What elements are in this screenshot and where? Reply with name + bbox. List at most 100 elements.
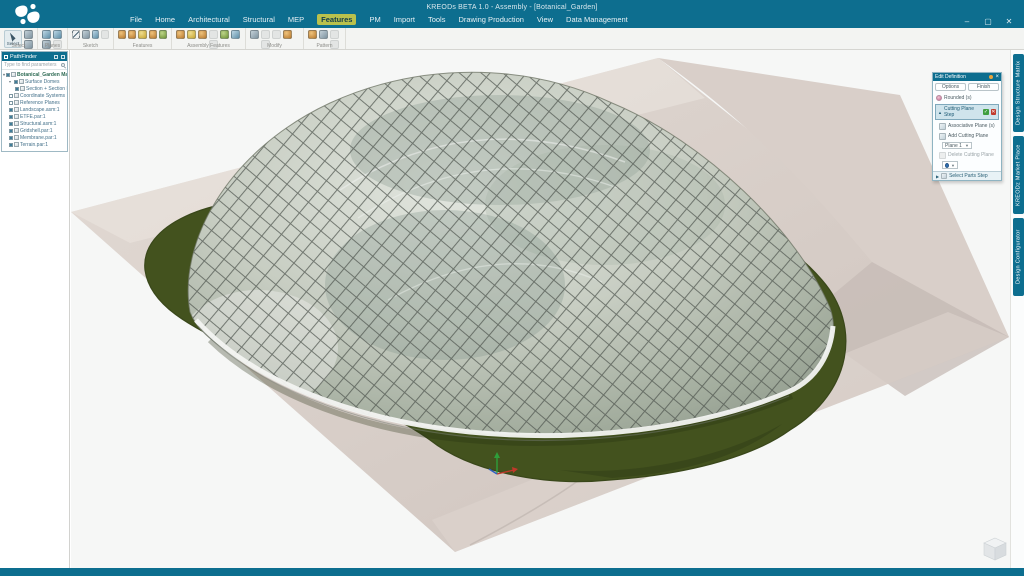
sketch-button[interactable] xyxy=(82,30,90,39)
sketch-more-button[interactable] xyxy=(101,30,109,39)
tree-item[interactable]: Membrane.par:1 xyxy=(3,134,67,141)
plane-color-dropdown[interactable]: ▼ xyxy=(942,161,958,169)
ribbon-group-features: Features xyxy=(114,28,172,49)
replace-part-button[interactable] xyxy=(272,30,281,39)
tab-design-structure-matrix[interactable]: Design Structure Matrix xyxy=(1013,54,1024,132)
visibility-checkbox[interactable] xyxy=(9,122,13,126)
visibility-checkbox[interactable] xyxy=(9,136,13,140)
rotate-button[interactable] xyxy=(261,30,270,39)
ribbon-toolbar: Select Select Planes Sketch xyxy=(0,28,1024,50)
view-cube-icon[interactable] xyxy=(984,538,1006,560)
ribbon-group-select: Select Select xyxy=(0,28,38,49)
hole-button[interactable] xyxy=(149,30,157,39)
options-button[interactable]: Options xyxy=(935,83,966,91)
tree-item[interactable]: Landscape.asm:1 xyxy=(3,106,67,113)
slot-button[interactable] xyxy=(159,30,167,39)
tab-pm[interactable]: PM xyxy=(369,15,380,24)
part-icon xyxy=(14,135,19,140)
tab-file[interactable]: File xyxy=(130,15,142,24)
3d-viewport[interactable] xyxy=(71,50,1010,568)
visibility-checkbox[interactable] xyxy=(9,101,13,105)
cancel-button[interactable]: ✕ xyxy=(991,109,996,115)
select-parts-step-row[interactable]: ▶ Select Parts Step xyxy=(933,171,1001,180)
round-button[interactable] xyxy=(138,30,146,39)
tab-features[interactable]: Features xyxy=(317,14,356,25)
tree-item[interactable]: Gridshell.par:1 xyxy=(3,127,67,134)
help-icon[interactable] xyxy=(989,75,993,79)
visibility-checkbox[interactable] xyxy=(9,115,13,119)
expand-icon[interactable]: ▶ xyxy=(936,174,939,179)
section-icon xyxy=(20,86,25,91)
live-section-button[interactable] xyxy=(53,30,62,39)
associative-plane-row[interactable]: Associative Plane (s) xyxy=(933,121,1001,131)
plane-dropdown[interactable]: Plane 1 ▼ xyxy=(942,142,972,149)
tree-item[interactable]: ▾ Botanical_Garden Master Assembly.asm xyxy=(3,71,67,78)
visibility-checkbox[interactable] xyxy=(15,87,19,91)
tab-tools[interactable]: Tools xyxy=(428,15,446,24)
adjust-button[interactable] xyxy=(283,30,292,39)
pin-icon[interactable] xyxy=(54,55,58,59)
intersect-button[interactable] xyxy=(231,30,240,39)
mirror-button[interactable] xyxy=(319,30,328,39)
visibility-checkbox[interactable] xyxy=(9,94,13,98)
finish-button[interactable]: Finish xyxy=(968,83,999,91)
extrude-button[interactable] xyxy=(118,30,126,39)
circular-pattern-button[interactable] xyxy=(330,30,339,39)
visibility-checkbox[interactable] xyxy=(9,129,13,133)
move-button[interactable] xyxy=(250,30,259,39)
cutting-plane-step-row[interactable]: ▲ Cutting Plane Step ✓ ✕ xyxy=(935,104,999,120)
panel-close-icon[interactable]: × xyxy=(995,74,999,80)
ribbon-group-assembly-features: Assembly Features xyxy=(172,28,246,49)
tab-drawing-production[interactable]: Drawing Production xyxy=(458,15,523,24)
tree-item[interactable]: ETFE.par:1 xyxy=(3,113,67,120)
tree-item[interactable]: Structural.asm:1 xyxy=(3,120,67,127)
maximize-button[interactable]: ▢ xyxy=(983,17,993,26)
tree-item[interactable]: Section + Section Link xyxy=(3,85,67,92)
visibility-checkbox[interactable] xyxy=(9,108,13,112)
accept-button[interactable]: ✓ xyxy=(983,109,988,115)
assembly-cut-button[interactable] xyxy=(176,30,185,39)
twisty-icon[interactable]: ▾ xyxy=(3,72,5,77)
minimize-button[interactable]: – xyxy=(962,17,972,26)
tab-structural[interactable]: Structural xyxy=(243,15,275,24)
window-controls: – ▢ ✕ xyxy=(962,17,1014,26)
pathfinder-panel: PathFinder Type to find parameters ▾ Bot… xyxy=(1,51,68,152)
tab-mep[interactable]: MEP xyxy=(288,15,304,24)
add-cutting-plane-row[interactable]: Add Cutting Plane xyxy=(933,131,1001,141)
tab-home[interactable]: Home xyxy=(155,15,175,24)
subtract-button[interactable] xyxy=(220,30,229,39)
visibility-checkbox[interactable] xyxy=(6,73,10,77)
coordinate-system-button[interactable] xyxy=(42,30,51,39)
cut-button[interactable] xyxy=(128,30,136,39)
tree-item[interactable]: Coordinate Systems xyxy=(3,92,67,99)
tab-view[interactable]: View xyxy=(537,15,553,24)
tab-import[interactable]: Import xyxy=(394,15,415,24)
project-edge-button[interactable] xyxy=(92,30,100,39)
delete-cutting-plane-row[interactable]: Delete Cutting Plane xyxy=(933,150,1001,160)
thread-button[interactable] xyxy=(187,30,196,39)
close-button[interactable]: ✕ xyxy=(1004,17,1014,26)
tab-data-management[interactable]: Data Management xyxy=(566,15,628,24)
rectangular-pattern-button[interactable] xyxy=(308,30,317,39)
visibility-checkbox[interactable] xyxy=(9,143,13,147)
tree-item[interactable]: Reference Planes xyxy=(3,99,67,106)
pathfinder-search[interactable]: Type to find parameters xyxy=(2,61,67,70)
visibility-checkbox[interactable] xyxy=(14,80,18,84)
tree-item[interactable]: ▾ Surface Domes xyxy=(3,78,67,85)
add-cutting-plane-icon xyxy=(939,133,946,140)
part-icon xyxy=(14,121,19,126)
window-title: KREODs BETA 1.0 - Assembly - [Botanical_… xyxy=(0,4,1024,11)
web-network-button[interactable] xyxy=(209,30,218,39)
tab-design-configurator[interactable]: Design Configurator xyxy=(1013,218,1024,296)
tab-kreod-market-place[interactable]: KREODz Market Place xyxy=(1013,136,1024,214)
tab-architectural[interactable]: Architectural xyxy=(188,15,230,24)
collapse-icon[interactable]: ▲ xyxy=(938,110,942,115)
tree-item[interactable]: Terrain.par:1 xyxy=(3,141,67,148)
line-button[interactable] xyxy=(72,30,80,39)
select-options-button[interactable] xyxy=(24,30,33,39)
rounded-row[interactable]: Rounded (s) xyxy=(933,93,1001,103)
chamfer-button[interactable] xyxy=(198,30,207,39)
part-icon xyxy=(14,142,19,147)
panel-close-icon[interactable] xyxy=(61,55,65,59)
twisty-icon[interactable]: ▾ xyxy=(9,79,13,84)
